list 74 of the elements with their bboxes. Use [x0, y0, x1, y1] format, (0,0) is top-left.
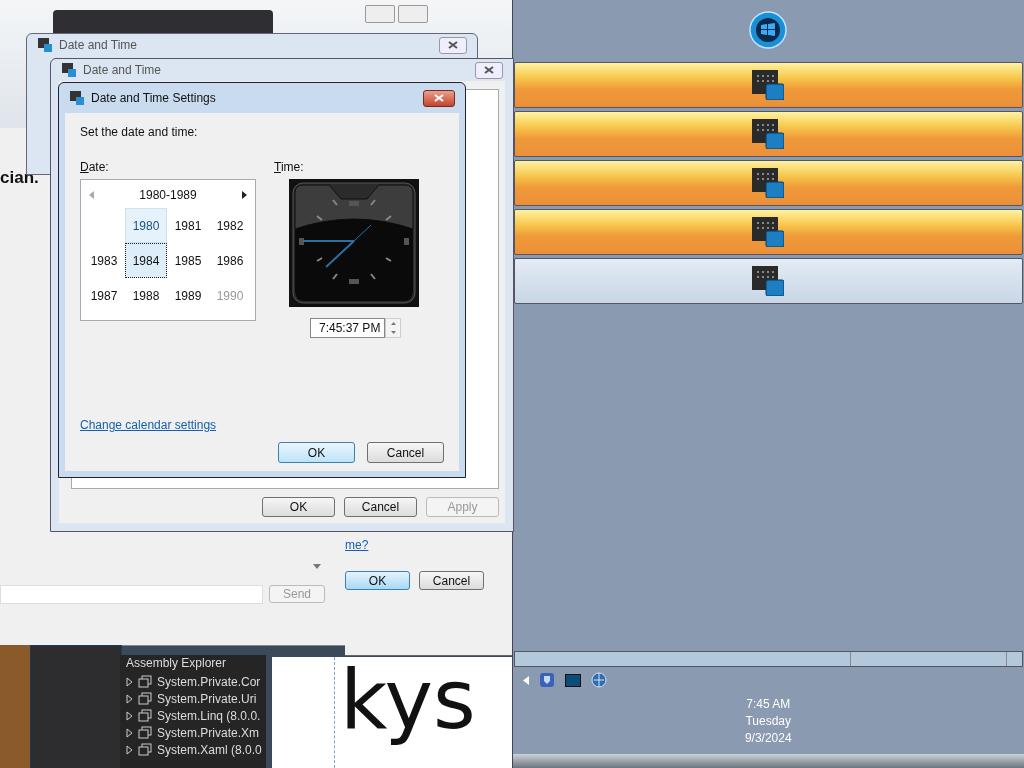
year-cell[interactable]: 1981 — [167, 208, 209, 243]
year-cell[interactable]: 1988 — [125, 278, 167, 313]
close-icon — [448, 41, 458, 49]
browser-tab[interactable] — [53, 10, 273, 36]
monitor-icon[interactable] — [564, 673, 581, 687]
taskbar-button[interactable] — [513, 209, 1023, 255]
close-icon — [484, 66, 494, 74]
tree-item[interactable]: System.Private.Xm — [157, 725, 260, 740]
year-cell[interactable]: 1986 — [209, 243, 251, 278]
expand-tray-arrow-icon[interactable] — [522, 675, 529, 685]
shield-icon[interactable] — [538, 672, 555, 688]
start-orb-icon[interactable] — [749, 11, 788, 49]
window-title: Date and Time Settings — [91, 91, 217, 105]
taskbar-button[interactable] — [513, 160, 1023, 206]
calendar-clock-icon — [37, 37, 53, 53]
tree-item[interactable]: System.Linq (8.0.0. — [157, 708, 261, 723]
calendar-clock-icon — [752, 119, 785, 149]
calendar-clock-icon — [752, 168, 785, 198]
expand-arrow-icon[interactable] — [126, 727, 133, 738]
ok-button[interactable]: OK — [345, 571, 410, 590]
expand-arrow-icon[interactable] — [126, 744, 133, 755]
time-spinner[interactable] — [385, 318, 402, 338]
time-label: Time: — [274, 160, 304, 174]
instruction-text: Set the date and time: — [80, 125, 199, 139]
taskbar-button[interactable] — [513, 62, 1023, 108]
canvas-text: kys — [340, 657, 476, 749]
cancel-button[interactable]: Cancel — [419, 571, 484, 590]
calendar-clock-icon — [752, 217, 785, 247]
year-cell[interactable]: 1982 — [209, 208, 251, 243]
assembly-icon — [138, 743, 152, 756]
close-button[interactable] — [423, 89, 455, 107]
window-title: Date and Time — [59, 38, 139, 52]
ok-button[interactable]: OK — [278, 442, 355, 463]
year-cell[interactable]: 1984 — [125, 243, 167, 278]
year-cell[interactable]: 1983 — [83, 243, 125, 278]
panel-title: Assembly Explorer — [126, 655, 228, 672]
cancel-button[interactable]: Cancel — [344, 497, 417, 517]
taskbar-button[interactable] — [513, 258, 1023, 304]
year-cell[interactable]: 1980 — [125, 208, 167, 243]
calendar-clock-icon — [752, 266, 785, 296]
calendar-settings-link[interactable]: Change calendar settings — [80, 418, 444, 432]
calendar-clock-icon — [69, 90, 85, 106]
decade-header[interactable]: 1980-1989 — [139, 188, 197, 202]
horizontal-scrollbar[interactable] — [513, 651, 1023, 667]
assembly-icon — [138, 692, 152, 705]
taskbar-button[interactable] — [513, 111, 1023, 157]
cancel-button[interactable]: Cancel — [367, 442, 444, 463]
calendar-clock-icon — [61, 62, 77, 78]
tree-item[interactable]: System.Xaml (8.0.0 — [157, 742, 262, 757]
assembly-icon — [138, 709, 152, 722]
expand-arrow-icon[interactable] — [126, 710, 133, 721]
message-field[interactable] — [0, 585, 263, 604]
expand-arrow-icon[interactable] — [126, 693, 133, 704]
next-arrow-icon[interactable] — [242, 191, 247, 199]
help-link[interactable]: me? — [345, 538, 369, 552]
window-title: Date and Time — [83, 63, 163, 77]
close-button[interactable] — [475, 61, 503, 79]
assembly-icon — [138, 675, 152, 688]
year-cell[interactable]: 1987 — [83, 278, 125, 313]
globe-icon[interactable] — [590, 672, 607, 688]
calendar-clock-icon — [752, 70, 785, 100]
year-cell[interactable]: 1985 — [167, 243, 209, 278]
tree-item[interactable]: System.Private.Cor — [157, 674, 261, 689]
ok-button[interactable]: OK — [262, 497, 335, 517]
tree-item[interactable]: System.Private.Uri — [157, 691, 257, 706]
scroll-down-icon[interactable] — [313, 564, 321, 569]
year-cell[interactable]: 1989 — [167, 278, 209, 313]
close-button[interactable] — [439, 36, 467, 54]
time-field[interactable]: 7:45:37 PM — [310, 318, 386, 338]
close-icon — [434, 94, 444, 102]
assembly-icon — [138, 726, 152, 739]
expand-arrow-icon[interactable] — [126, 676, 133, 687]
date-label: Date: — [80, 160, 110, 174]
chat-text: cian. — [0, 168, 39, 188]
